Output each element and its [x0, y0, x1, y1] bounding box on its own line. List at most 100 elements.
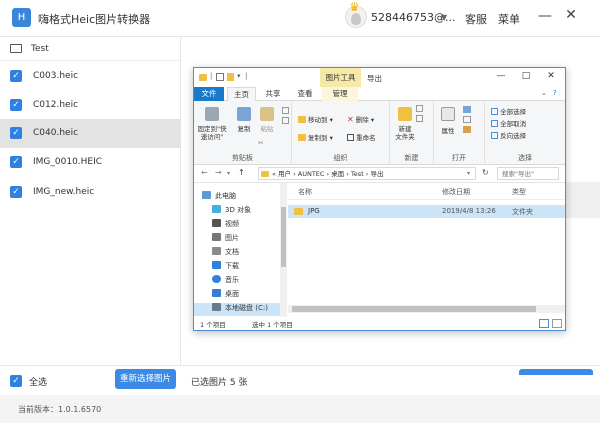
- forward-arrow-icon[interactable]: →: [215, 168, 222, 177]
- nav-item-videos[interactable]: 视频: [212, 219, 239, 232]
- group-label: 剪贴板: [232, 154, 253, 162]
- minimize-button[interactable]: —: [537, 8, 553, 26]
- select-all-label[interactable]: 全选: [29, 375, 47, 388]
- nav-item-this-pc[interactable]: 此电脑: [202, 191, 236, 204]
- new-folder-button[interactable]: 新建 文件夹: [390, 125, 420, 141]
- scrollbar-thumb[interactable]: [281, 207, 286, 267]
- close-button[interactable]: ✕: [563, 7, 579, 25]
- checkbox[interactable]: ✓: [10, 127, 22, 139]
- help-icon[interactable]: ?: [553, 89, 557, 97]
- convert-button[interactable]: [519, 369, 593, 375]
- address-bar[interactable]: « 用户 › AUNTEC › 桌面 › Test › 导出: [258, 167, 476, 180]
- list-item[interactable]: ✓ C003.heic: [0, 62, 181, 91]
- edit-icon[interactable]: [463, 116, 471, 123]
- easy-access-icon[interactable]: [416, 115, 423, 122]
- tab-manage[interactable]: 管理: [322, 87, 358, 101]
- scrollbar-thumb[interactable]: [292, 306, 536, 312]
- back-arrow-icon[interactable]: ←: [201, 168, 208, 177]
- nav-item-local-disk[interactable]: 本地磁盘 (C:): [194, 303, 280, 316]
- tab-share[interactable]: 共享: [258, 87, 288, 101]
- copy-path-icon[interactable]: [282, 107, 289, 114]
- nav-item-music[interactable]: 音乐: [212, 275, 239, 288]
- group-label: 选择: [518, 154, 532, 162]
- invert-selection-button[interactable]: 反向选择: [491, 130, 526, 140]
- row-date: 2019/4/8 13:26: [442, 207, 496, 215]
- nav-item-pictures[interactable]: 图片: [212, 233, 239, 246]
- maximize-icon[interactable]: □: [519, 71, 533, 83]
- desktop-icon: [212, 289, 221, 297]
- up-arrow-icon[interactable]: ↑: [238, 168, 245, 177]
- checkbox[interactable]: ✓: [10, 156, 22, 168]
- music-icon: [212, 275, 221, 283]
- new-folder-icon: [398, 107, 412, 121]
- list-item[interactable]: ✓ C040.heic: [0, 119, 181, 148]
- menu-button[interactable]: 菜单: [498, 11, 520, 27]
- table-row[interactable]: JPG 2019/4/8 13:26 文件夹: [288, 205, 565, 218]
- chevron-down-icon[interactable]: ▾: [237, 72, 241, 81]
- scissors-icon[interactable]: ✂: [258, 139, 263, 147]
- breadcrumb[interactable]: « 用户 › AUNTEC › 桌面 › Test › 导出: [272, 170, 383, 178]
- paste-button[interactable]: 粘贴: [256, 125, 278, 133]
- history-icon[interactable]: [463, 126, 471, 133]
- ribbon: 固定到"快 速访问" 复制 粘贴 ✂ 剪贴板 移动到 ▾ 复制到 ▾ ✕ 删除 …: [194, 101, 565, 165]
- chevron-down-icon[interactable]: ▼: [441, 13, 447, 22]
- column-header-date[interactable]: 修改日期: [442, 187, 470, 197]
- pin-to-quick-access-button[interactable]: 固定到"快 速访问": [195, 125, 229, 141]
- select-all-checkbox[interactable]: ✓: [10, 375, 22, 387]
- service-button[interactable]: 客服: [465, 11, 487, 27]
- select-none-icon: [491, 120, 498, 127]
- copy-button[interactable]: 复制: [232, 125, 256, 133]
- checkbox[interactable]: ✓: [10, 99, 22, 111]
- divider: [288, 199, 565, 200]
- ribbon-tabs: 文件 主页 共享 查看 管理 ⌄ ?: [194, 87, 565, 101]
- invert-selection-icon: [491, 132, 498, 139]
- avatar[interactable]: ♛: [345, 0, 367, 28]
- nav-item-3d-objects[interactable]: 3D 对象: [212, 205, 251, 218]
- nav-item-downloads[interactable]: 下载: [212, 261, 239, 274]
- checkbox[interactable]: ✓: [10, 186, 22, 198]
- computer-icon: [202, 191, 211, 199]
- context-tab-label: 图片工具: [320, 68, 361, 87]
- close-icon[interactable]: ✕: [544, 71, 558, 83]
- properties-button[interactable]: 属性: [436, 127, 460, 135]
- list-item[interactable]: ✓ IMG_new.heic: [0, 178, 181, 207]
- rename-button[interactable]: 重命名: [347, 132, 376, 142]
- properties-icon[interactable]: [216, 73, 224, 81]
- delete-button[interactable]: ✕ 删除 ▾: [347, 114, 374, 124]
- move-to-button[interactable]: 移动到 ▾: [298, 114, 333, 124]
- list-item[interactable]: ✓ IMG_0010.HEIC: [0, 148, 181, 177]
- new-folder-icon[interactable]: [227, 73, 234, 81]
- chevron-down-icon[interactable]: ⌄: [541, 89, 547, 97]
- folder-icon: [261, 171, 269, 177]
- folder-header: Test: [0, 37, 181, 61]
- column-header-name[interactable]: 名称: [298, 187, 312, 197]
- paste-shortcut-icon[interactable]: [282, 117, 289, 124]
- large-icons-view-icon[interactable]: [552, 319, 562, 328]
- details-view-icon[interactable]: [539, 319, 549, 328]
- new-item-icon[interactable]: [416, 105, 423, 112]
- tab-view[interactable]: 查看: [290, 87, 320, 101]
- open-icon[interactable]: [463, 106, 471, 113]
- tab-file[interactable]: 文件: [194, 87, 224, 101]
- chevron-down-icon[interactable]: ▾: [467, 170, 470, 177]
- copy-to-button[interactable]: 复制到 ▾: [298, 132, 333, 142]
- refresh-icon[interactable]: ↻: [482, 168, 489, 177]
- nav-item-desktop[interactable]: 桌面: [212, 289, 239, 302]
- search-input[interactable]: 搜索"导出": [497, 167, 559, 180]
- folder-icon: [10, 44, 22, 53]
- checkbox[interactable]: ✓: [10, 70, 22, 82]
- clipboard-group: 固定到"快 速访问" 复制 粘贴 ✂ 剪贴板: [194, 101, 292, 165]
- select-all-button[interactable]: 全部选择: [491, 106, 526, 116]
- row-name: JPG: [308, 207, 320, 215]
- nav-item-documents[interactable]: 文档: [212, 247, 239, 260]
- minimize-icon[interactable]: —: [494, 71, 508, 83]
- column-header-type[interactable]: 类型: [512, 187, 526, 197]
- select-none-button[interactable]: 全部取消: [491, 118, 526, 128]
- tab-home[interactable]: 主页: [227, 87, 256, 101]
- reselect-images-button[interactable]: 重新选择图片: [115, 369, 176, 389]
- nav-scrollbar[interactable]: [280, 183, 287, 317]
- select-none-label: 全部取消: [500, 120, 527, 128]
- horizontal-scrollbar[interactable]: [288, 305, 565, 313]
- list-item[interactable]: ✓ C012.heic: [0, 91, 181, 120]
- chevron-down-icon[interactable]: ▾: [227, 170, 230, 177]
